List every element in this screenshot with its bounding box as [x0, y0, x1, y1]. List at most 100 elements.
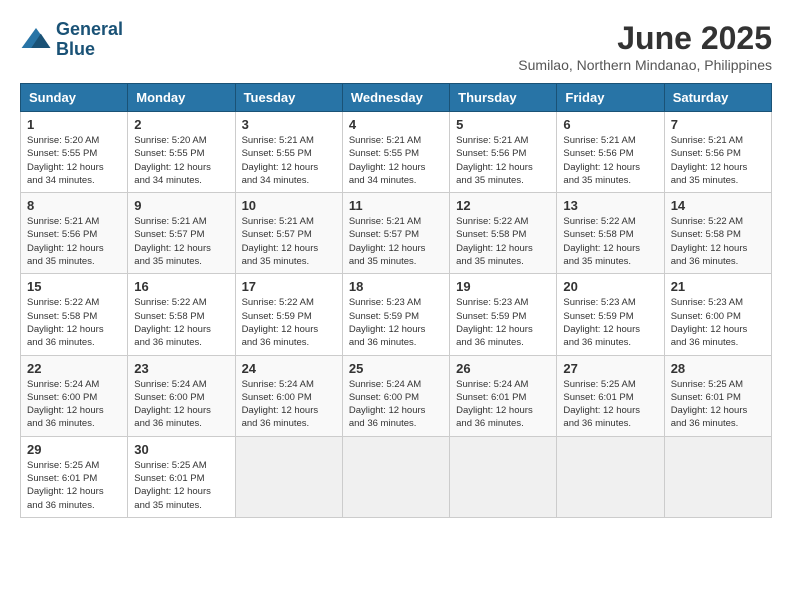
day-info: Sunrise: 5:21 AMSunset: 5:57 PMDaylight:…	[134, 215, 228, 268]
day-info: Sunrise: 5:22 AMSunset: 5:58 PMDaylight:…	[563, 215, 657, 268]
day-number: 4	[349, 117, 443, 132]
calendar-day-cell: 9 Sunrise: 5:21 AMSunset: 5:57 PMDaylight…	[128, 193, 235, 274]
calendar-day-cell: 6Sunrise: 5:21 AMSunset: 5:56 PMDaylight…	[557, 112, 664, 193]
calendar-day-cell: 15 Sunrise: 5:22 AMSunset: 5:58 PMDayligh…	[21, 274, 128, 355]
day-info: Sunrise: 5:25 AMSunset: 6:01 PMDaylight:…	[563, 378, 657, 431]
day-info: Sunrise: 5:22 AMSunset: 5:58 PMDaylight:…	[27, 296, 121, 349]
logo-icon	[20, 24, 52, 56]
day-number: 19	[456, 279, 550, 294]
day-number: 3	[242, 117, 336, 132]
day-number: 13	[563, 198, 657, 213]
weekday-header-tuesday: Tuesday	[235, 84, 342, 112]
calendar-day-cell: 10Sunrise: 5:21 AMSunset: 5:57 PMDayligh…	[235, 193, 342, 274]
calendar-day-cell: 16 Sunrise: 5:22 AMSunset: 5:58 PMDayligh…	[128, 274, 235, 355]
logo: General Blue	[20, 20, 123, 60]
calendar-day-cell: 20Sunrise: 5:23 AMSunset: 5:59 PMDayligh…	[557, 274, 664, 355]
weekday-header-saturday: Saturday	[664, 84, 771, 112]
calendar-day-cell: 25 Sunrise: 5:24 AMSunset: 6:00 PMDayligh…	[342, 355, 449, 436]
weekday-header-monday: Monday	[128, 84, 235, 112]
day-info: Sunrise: 5:22 AMSunset: 5:58 PMDaylight:…	[671, 215, 765, 268]
calendar-day-cell: 23 Sunrise: 5:24 AMSunset: 6:00 PMDayligh…	[128, 355, 235, 436]
day-number: 9	[134, 198, 228, 213]
day-number: 21	[671, 279, 765, 294]
weekday-header-thursday: Thursday	[450, 84, 557, 112]
day-number: 24	[242, 361, 336, 376]
weekday-header-friday: Friday	[557, 84, 664, 112]
day-info: Sunrise: 5:22 AMSunset: 5:58 PMDaylight:…	[456, 215, 550, 268]
day-info: Sunrise: 5:23 AMSunset: 5:59 PMDaylight:…	[349, 296, 443, 349]
calendar-day-cell	[342, 436, 449, 517]
calendar-day-cell: 14Sunrise: 5:22 AMSunset: 5:58 PMDayligh…	[664, 193, 771, 274]
calendar-day-cell: 21 Sunrise: 5:23 AMSunset: 6:00 PMDayligh…	[664, 274, 771, 355]
day-number: 2	[134, 117, 228, 132]
calendar-day-cell: 3Sunrise: 5:21 AMSunset: 5:55 PMDaylight…	[235, 112, 342, 193]
calendar-day-cell: 29 Sunrise: 5:25 AMSunset: 6:01 PMDayligh…	[21, 436, 128, 517]
day-number: 16	[134, 279, 228, 294]
weekday-header-sunday: Sunday	[21, 84, 128, 112]
day-info: Sunrise: 5:21 AMSunset: 5:57 PMDaylight:…	[349, 215, 443, 268]
day-info: Sunrise: 5:25 AMSunset: 6:01 PMDaylight:…	[671, 378, 765, 431]
calendar-day-cell: 26Sunrise: 5:24 AMSunset: 6:01 PMDayligh…	[450, 355, 557, 436]
calendar-day-cell: 24 Sunrise: 5:24 AMSunset: 6:00 PMDayligh…	[235, 355, 342, 436]
logo-text: General Blue	[56, 20, 123, 60]
calendar-day-cell	[450, 436, 557, 517]
page-header: General Blue June 2025 Sumilao, Northern…	[20, 20, 772, 73]
calendar-day-cell: 1Sunrise: 5:20 AMSunset: 5:55 PMDaylight…	[21, 112, 128, 193]
day-number: 8	[27, 198, 121, 213]
day-info: Sunrise: 5:24 AMSunset: 6:00 PMDaylight:…	[349, 378, 443, 431]
day-info: Sunrise: 5:21 AMSunset: 5:56 PMDaylight:…	[27, 215, 121, 268]
day-info: Sunrise: 5:22 AMSunset: 5:58 PMDaylight:…	[134, 296, 228, 349]
day-number: 18	[349, 279, 443, 294]
day-info: Sunrise: 5:24 AMSunset: 6:00 PMDaylight:…	[134, 378, 228, 431]
calendar-day-cell: 11Sunrise: 5:21 AMSunset: 5:57 PMDayligh…	[342, 193, 449, 274]
day-info: Sunrise: 5:24 AMSunset: 6:01 PMDaylight:…	[456, 378, 550, 431]
day-info: Sunrise: 5:21 AMSunset: 5:56 PMDaylight:…	[456, 134, 550, 187]
day-number: 7	[671, 117, 765, 132]
calendar-day-cell: 19 Sunrise: 5:23 AMSunset: 5:59 PMDayligh…	[450, 274, 557, 355]
day-number: 10	[242, 198, 336, 213]
calendar-day-cell: 30Sunrise: 5:25 AMSunset: 6:01 PMDayligh…	[128, 436, 235, 517]
day-info: Sunrise: 5:24 AMSunset: 6:00 PMDaylight:…	[27, 378, 121, 431]
month-title: June 2025	[518, 20, 772, 57]
calendar-day-cell: 8 Sunrise: 5:21 AMSunset: 5:56 PMDaylight…	[21, 193, 128, 274]
day-number: 23	[134, 361, 228, 376]
day-info: Sunrise: 5:21 AMSunset: 5:55 PMDaylight:…	[349, 134, 443, 187]
day-info: Sunrise: 5:25 AMSunset: 6:01 PMDaylight:…	[27, 459, 121, 512]
day-info: Sunrise: 5:23 AMSunset: 6:00 PMDaylight:…	[671, 296, 765, 349]
calendar-week-row: 15 Sunrise: 5:22 AMSunset: 5:58 PMDayligh…	[21, 274, 772, 355]
calendar-day-cell: 28Sunrise: 5:25 AMSunset: 6:01 PMDayligh…	[664, 355, 771, 436]
day-number: 29	[27, 442, 121, 457]
calendar-day-cell: 12 Sunrise: 5:22 AMSunset: 5:58 PMDayligh…	[450, 193, 557, 274]
day-info: Sunrise: 5:20 AMSunset: 5:55 PMDaylight:…	[27, 134, 121, 187]
calendar-body: 1Sunrise: 5:20 AMSunset: 5:55 PMDaylight…	[21, 112, 772, 518]
title-block: June 2025 Sumilao, Northern Mindanao, Ph…	[518, 20, 772, 73]
calendar-week-row: 8 Sunrise: 5:21 AMSunset: 5:56 PMDaylight…	[21, 193, 772, 274]
weekday-header-wednesday: Wednesday	[342, 84, 449, 112]
calendar-week-row: 1Sunrise: 5:20 AMSunset: 5:55 PMDaylight…	[21, 112, 772, 193]
calendar-table: SundayMondayTuesdayWednesdayThursdayFrid…	[20, 83, 772, 518]
day-info: Sunrise: 5:21 AMSunset: 5:56 PMDaylight:…	[671, 134, 765, 187]
calendar-day-cell: 18 Sunrise: 5:23 AMSunset: 5:59 PMDayligh…	[342, 274, 449, 355]
day-number: 17	[242, 279, 336, 294]
calendar-day-cell: 13 Sunrise: 5:22 AMSunset: 5:58 PMDayligh…	[557, 193, 664, 274]
day-info: Sunrise: 5:22 AMSunset: 5:59 PMDaylight:…	[242, 296, 336, 349]
day-number: 27	[563, 361, 657, 376]
day-info: Sunrise: 5:23 AMSunset: 5:59 PMDaylight:…	[563, 296, 657, 349]
calendar-day-cell: 2 Sunrise: 5:20 AMSunset: 5:55 PMDaylight…	[128, 112, 235, 193]
location: Sumilao, Northern Mindanao, Philippines	[518, 57, 772, 73]
day-info: Sunrise: 5:24 AMSunset: 6:00 PMDaylight:…	[242, 378, 336, 431]
day-info: Sunrise: 5:21 AMSunset: 5:56 PMDaylight:…	[563, 134, 657, 187]
day-number: 22	[27, 361, 121, 376]
calendar-day-cell: 7 Sunrise: 5:21 AMSunset: 5:56 PMDaylight…	[664, 112, 771, 193]
day-number: 12	[456, 198, 550, 213]
day-number: 25	[349, 361, 443, 376]
calendar-day-cell	[664, 436, 771, 517]
day-number: 30	[134, 442, 228, 457]
day-number: 15	[27, 279, 121, 294]
day-info: Sunrise: 5:20 AMSunset: 5:55 PMDaylight:…	[134, 134, 228, 187]
calendar-day-cell: 4 Sunrise: 5:21 AMSunset: 5:55 PMDaylight…	[342, 112, 449, 193]
calendar-day-cell: 17 Sunrise: 5:22 AMSunset: 5:59 PMDayligh…	[235, 274, 342, 355]
calendar-day-cell: 22 Sunrise: 5:24 AMSunset: 6:00 PMDayligh…	[21, 355, 128, 436]
calendar-day-cell	[557, 436, 664, 517]
day-info: Sunrise: 5:23 AMSunset: 5:59 PMDaylight:…	[456, 296, 550, 349]
